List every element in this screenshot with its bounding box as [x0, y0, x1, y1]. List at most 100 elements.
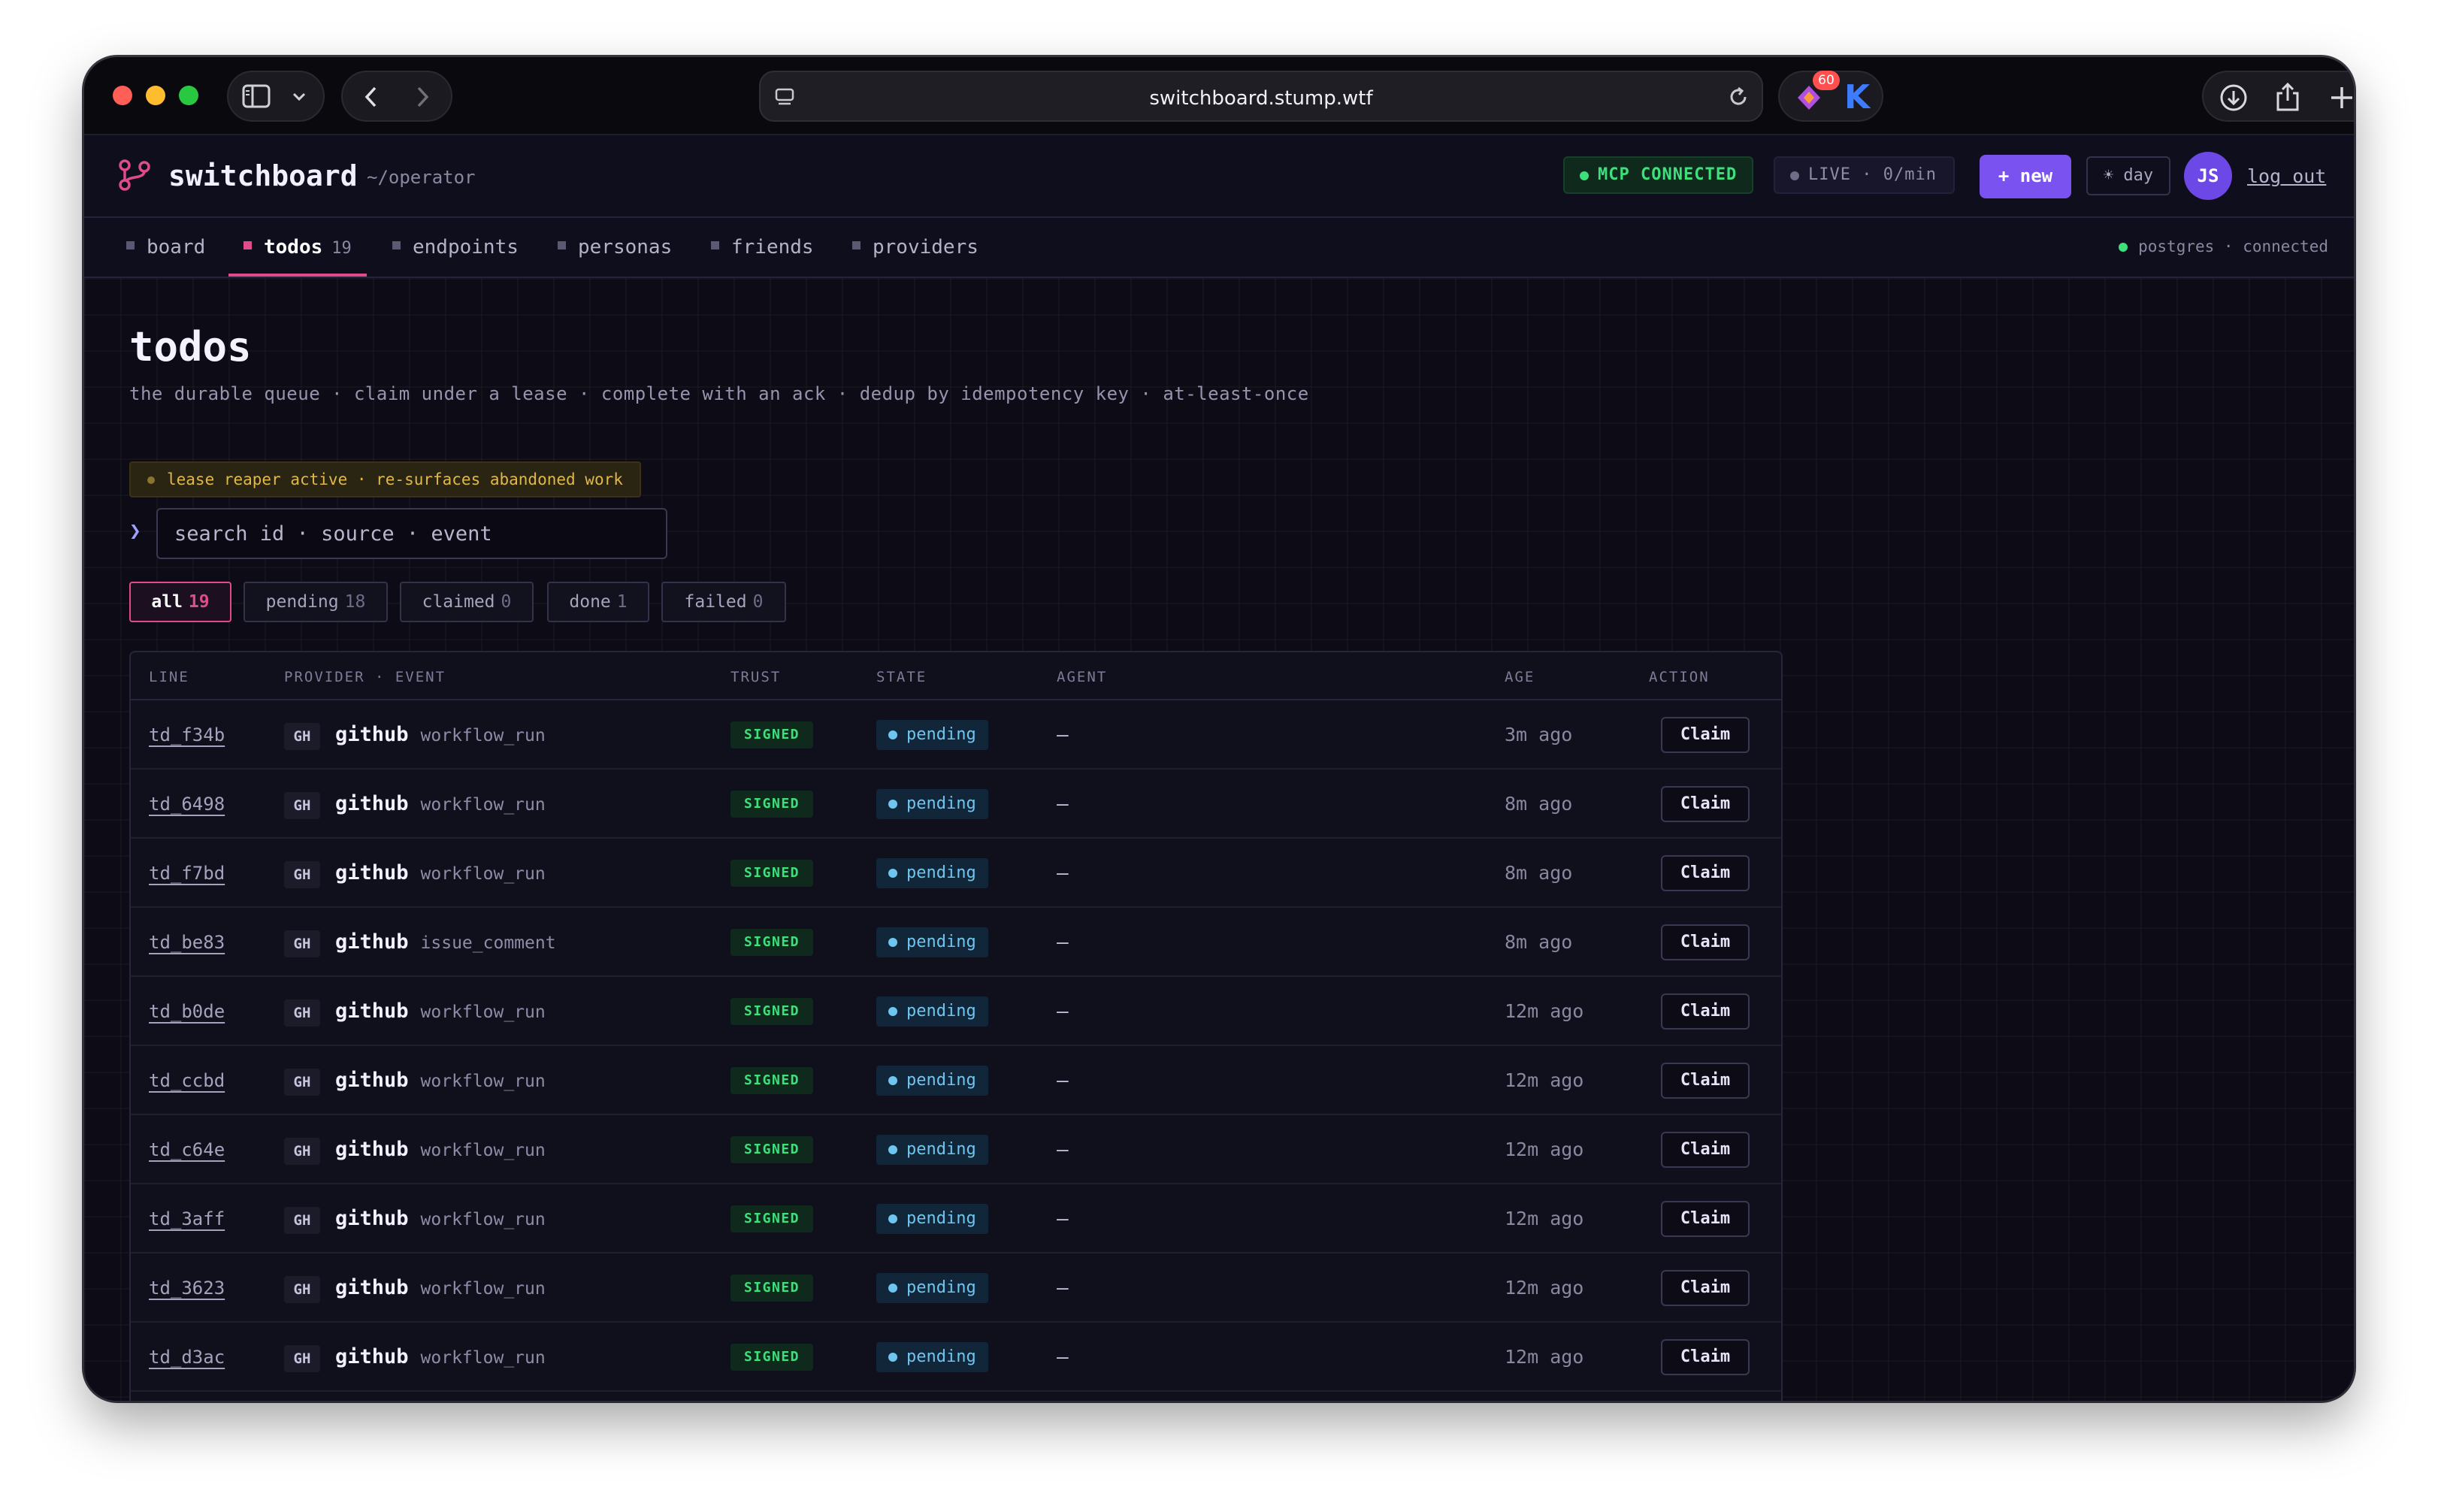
filter-label: done: [569, 592, 611, 612]
table-row[interactable]: td_3aff GH github workflow_run SIGNED pending…: [131, 1184, 1781, 1253]
line-id-link[interactable]: td_f7bd: [149, 839, 225, 908]
state-badge: pending: [876, 927, 988, 957]
tab-count: 19: [331, 239, 352, 258]
line-id-link[interactable]: td_ccbd: [149, 1046, 225, 1115]
tab-friends[interactable]: friends: [711, 218, 814, 277]
claim-button[interactable]: Claim: [1661, 855, 1750, 891]
column-header-line[interactable]: LINE: [149, 669, 189, 685]
provider-name: github: [335, 999, 409, 1023]
claim-button[interactable]: Claim: [1661, 993, 1750, 1030]
todos-table: LINE PROVIDER · EVENT TRUST STATE AGENT …: [129, 651, 1783, 1401]
state-badge: pending: [876, 789, 988, 819]
column-header-agent[interactable]: AGENT: [1057, 669, 1107, 685]
line-id-link[interactable]: td_6498: [149, 770, 225, 839]
back-icon[interactable]: [364, 86, 379, 108]
branch-icon: [119, 159, 150, 191]
line-id-link[interactable]: td_be83: [149, 908, 225, 977]
new-tab-icon[interactable]: [2328, 84, 2354, 111]
download-icon[interactable]: [2219, 83, 2249, 113]
claim-button[interactable]: Claim: [1661, 1270, 1750, 1306]
close-icon[interactable]: [113, 86, 132, 105]
logout-link[interactable]: log out: [2247, 165, 2326, 187]
forward-icon[interactable]: [415, 86, 430, 108]
column-header-state[interactable]: STATE: [876, 669, 927, 685]
share-icon[interactable]: [2274, 81, 2301, 113]
table-row[interactable]: td_f34b GH github workflow_run SIGNED pending…: [131, 700, 1781, 770]
table-row[interactable]: td_c64e GH github workflow_run SIGNED pending…: [131, 1115, 1781, 1184]
tab-todos[interactable]: todos 19: [228, 218, 367, 277]
claim-button[interactable]: Claim: [1661, 1201, 1750, 1237]
provider-badge: GH: [284, 723, 320, 750]
trust-badge: SIGNED: [730, 998, 814, 1025]
state-badge: pending: [876, 1342, 988, 1372]
tab-marker-icon: [392, 241, 401, 249]
line-id-link[interactable]: td_c64e: [149, 1115, 225, 1184]
column-header-trust[interactable]: TRUST: [730, 669, 781, 685]
filter-pending[interactable]: pending 18: [243, 582, 388, 622]
state-badge: pending: [876, 1273, 988, 1303]
tab-marker-icon: [243, 241, 252, 249]
app-name[interactable]: switchboard: [168, 159, 358, 192]
line-id-link[interactable]: td_d3ac: [149, 1323, 225, 1392]
table-row[interactable]: td_f7bd GH github workflow_run SIGNED pending…: [131, 839, 1781, 908]
filter-label: all: [151, 592, 183, 612]
trust-badge: SIGNED: [730, 721, 814, 748]
extensions: 60 K: [1778, 71, 1883, 122]
provider-name: github: [335, 1138, 409, 1161]
column-header-provider-event[interactable]: PROVIDER · EVENT: [284, 669, 446, 685]
provider-name: github: [335, 1207, 409, 1230]
trust-badge: SIGNED: [730, 929, 814, 956]
line-id-link[interactable]: td_3623: [149, 1253, 225, 1323]
search-input[interactable]: [156, 508, 667, 559]
line-id-link[interactable]: td_3aff: [149, 1184, 225, 1253]
provider-badge: GH: [284, 1207, 320, 1234]
tab-endpoints[interactable]: endpoints: [392, 218, 519, 277]
claim-button[interactable]: Claim: [1661, 717, 1750, 753]
provider-name: github: [335, 1069, 409, 1092]
state-badge: pending: [876, 1204, 988, 1234]
reload-icon[interactable]: [1727, 86, 1750, 108]
tab-label: personas: [578, 236, 673, 259]
sidebar-toggle[interactable]: [227, 71, 325, 122]
status-dot-icon: [2119, 243, 2128, 252]
table-row[interactable]: td_be83 GH github issue_comment SIGNED pendin…: [131, 908, 1781, 977]
k-extension-icon[interactable]: K: [1844, 81, 1870, 114]
tab-board[interactable]: board: [126, 218, 205, 277]
claim-button[interactable]: Claim: [1661, 924, 1750, 960]
claim-button[interactable]: Claim: [1661, 1339, 1750, 1375]
state-badge: pending: [876, 858, 988, 888]
table-row[interactable]: td_ccbd GH github workflow_run SIGNED pending…: [131, 1046, 1781, 1115]
state-badge: pending: [876, 720, 988, 750]
filter-all[interactable]: all 19: [129, 582, 231, 622]
agent-value: —: [1057, 862, 1069, 885]
filter-failed[interactable]: failed 0: [661, 582, 786, 622]
sidebar-icon: [242, 84, 271, 108]
filter-count: 19: [188, 592, 210, 612]
table-row[interactable]: td_6498 GH github workflow_run SIGNED pending…: [131, 770, 1781, 839]
avatar[interactable]: JS: [2184, 152, 2232, 200]
line-id-link[interactable]: td_b0de: [149, 977, 225, 1046]
tab-providers[interactable]: providers: [852, 218, 979, 277]
age-value: 12m ago: [1505, 1000, 1584, 1022]
column-header-age[interactable]: AGE: [1505, 669, 1535, 685]
filter-claimed[interactable]: claimed 0: [400, 582, 534, 622]
claim-button[interactable]: Claim: [1661, 1063, 1750, 1099]
claim-button[interactable]: Claim: [1661, 786, 1750, 822]
line-id-link[interactable]: td_f34b: [149, 700, 225, 770]
provider-badge: GH: [284, 1069, 320, 1096]
table-row[interactable]: td_d3ac GH github workflow_run SIGNED pending…: [131, 1323, 1781, 1392]
tab-personas[interactable]: personas: [558, 218, 672, 277]
theme-toggle-button[interactable]: ☀ day: [2086, 156, 2170, 195]
table-row[interactable]: td_b0de GH github workflow_run SIGNED pending…: [131, 977, 1781, 1046]
column-header-action[interactable]: ACTION: [1649, 669, 1710, 685]
address-bar[interactable]: switchboard.stump.wtf: [759, 71, 1763, 122]
new-button[interactable]: + new: [1980, 155, 2071, 198]
maximize-icon[interactable]: [179, 86, 198, 105]
minimize-icon[interactable]: [146, 86, 165, 105]
provider-event: github workflow_run: [335, 1253, 546, 1323]
trust-badge: SIGNED: [730, 860, 814, 887]
browser-toolbar: switchboard.stump.wtf 60 K: [84, 57, 2354, 135]
table-row[interactable]: td_3623 GH github workflow_run SIGNED pending…: [131, 1253, 1781, 1323]
filter-done[interactable]: done 1: [547, 582, 649, 622]
claim-button[interactable]: Claim: [1661, 1132, 1750, 1168]
